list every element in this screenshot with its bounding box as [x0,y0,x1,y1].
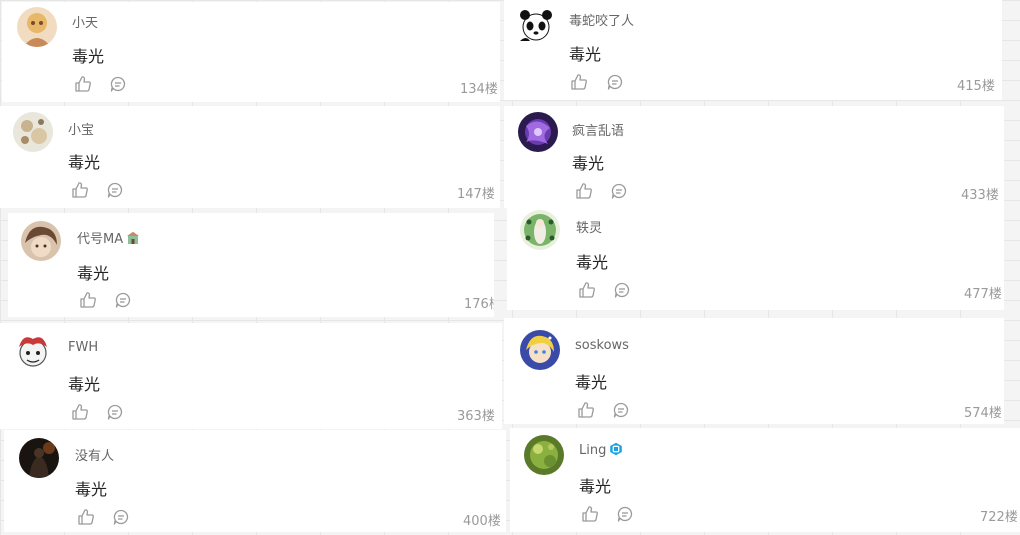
comment-card: 疯言乱语 毒光 433楼 [504,106,1004,208]
thumbs-up-icon[interactable] [71,181,89,199]
comment-text: 毒光 [75,480,108,499]
comment-text: 毒光 [572,154,605,173]
comment-card: soskows 毒光 574楼 [504,318,1004,424]
comment-card: 小天 毒光 134楼 [2,2,500,102]
username[interactable]: soskows [575,338,629,353]
comment-bubble-icon[interactable] [613,281,631,299]
avatar[interactable] [17,7,57,47]
thumbs-up-icon[interactable] [578,281,596,299]
avatar[interactable] [13,331,53,371]
thumbs-up-icon[interactable] [575,182,593,200]
username[interactable]: 毒蛇咬了人 [569,10,634,29]
thumbs-up-icon[interactable] [581,505,599,523]
comment-text: 毒光 [576,253,609,272]
floor-number: 400楼 [463,514,501,529]
comment-text: 毒光 [77,264,110,283]
avatar[interactable] [21,221,61,261]
thumbs-up-icon[interactable] [71,403,89,421]
comment-bubble-icon[interactable] [610,182,628,200]
username[interactable]: Ling [579,442,623,458]
floor-number: 722楼 [980,510,1018,525]
comment-bubble-icon[interactable] [112,508,130,526]
comment-screenshot-collage: 小天 毒光 134楼 毒蛇咬了人 毒光 415楼 小宝 毒光 147楼 疯言乱语… [0,0,1020,535]
floor-number: 134楼 [460,82,498,97]
floor-number: 433楼 [961,188,999,203]
floor-number: 574楼 [964,406,1002,421]
comment-card: 毒蛇咬了人 毒光 415楼 [504,0,1002,100]
thumbs-up-icon[interactable] [577,401,595,419]
username[interactable]: 轶灵 [576,217,602,236]
comment-bubble-icon[interactable] [616,505,634,523]
comment-card: 轶灵 毒光 477楼 [507,206,1004,310]
floor-number: 363楼 [457,409,495,424]
avatar[interactable] [518,112,558,152]
comment-text: 毒光 [72,47,105,66]
username-text: 代号MA [77,232,124,247]
username[interactable]: 小天 [72,12,98,31]
comment-card: 没有人 毒光 400楼 [4,430,506,532]
username[interactable]: FWH [68,340,98,355]
comment-bubble-icon[interactable] [612,401,630,419]
floor-number: 176楼 [464,297,494,312]
comment-text: 毒光 [68,153,101,172]
comment-card: 代号MA 毒光 176楼 [8,213,494,317]
comment-bubble-icon[interactable] [106,181,124,199]
comment-card: Ling 毒光 722楼 [510,428,1020,532]
avatar[interactable] [13,112,53,152]
floor-number: 477楼 [964,287,1002,302]
avatar[interactable] [520,210,560,250]
comment-card: 小宝 毒光 147楼 [0,106,500,208]
avatar[interactable] [19,438,59,478]
comment-text: 毒光 [569,45,602,64]
username[interactable]: 疯言乱语 [572,120,624,139]
comment-text: 毒光 [68,375,101,394]
avatar[interactable] [524,435,564,475]
username[interactable]: 没有人 [75,445,114,464]
comment-text: 毒光 [579,477,612,496]
comment-bubble-icon[interactable] [106,403,124,421]
comment-bubble-icon[interactable] [114,291,132,309]
avatar[interactable] [516,5,556,45]
vip-badge-icon [609,442,623,456]
username[interactable]: 代号MA [77,228,140,247]
floor-number: 147楼 [457,187,495,202]
floor-number: 415楼 [957,79,995,94]
comment-bubble-icon[interactable] [606,73,624,91]
thumbs-up-icon[interactable] [79,291,97,309]
thumbs-up-icon[interactable] [570,73,588,91]
comment-bubble-icon[interactable] [109,75,127,93]
thumbs-up-icon[interactable] [77,508,95,526]
avatar[interactable] [520,330,560,370]
username-text: Ling [579,443,607,458]
username[interactable]: 小宝 [68,119,94,138]
comment-card: FWH 毒光 363楼 [0,323,502,429]
decoration-emoji-icon [126,231,140,245]
thumbs-up-icon[interactable] [74,75,92,93]
comment-text: 毒光 [575,373,608,392]
